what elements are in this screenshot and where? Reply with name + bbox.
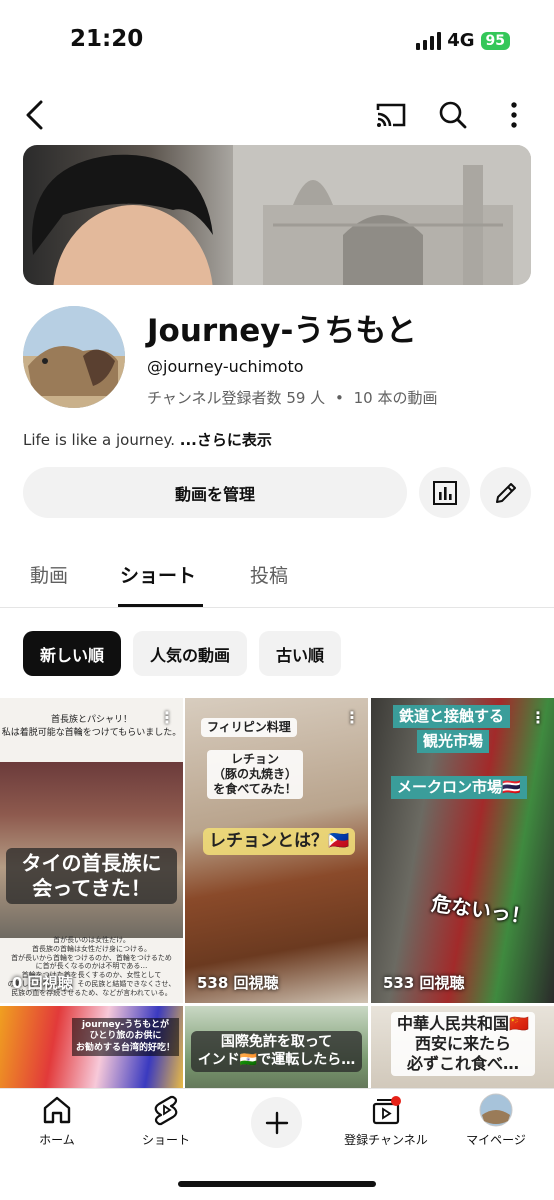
- channel-avatar[interactable]: [23, 306, 125, 408]
- short-views: 533 回視聴: [383, 974, 465, 992]
- analytics-icon: [432, 480, 457, 505]
- channel-banner: [23, 145, 531, 285]
- short-subcaption: レチョン （豚の丸焼き） を食べてみた！: [207, 750, 303, 799]
- short-more-icon[interactable]: ⋮: [530, 708, 546, 727]
- avatar-icon: [479, 1093, 513, 1127]
- active-tab-indicator: [118, 604, 203, 607]
- short-top-text: 首長族とパシャリ！ 私は着脱可能な首輪をつけてもらいました。: [1, 715, 182, 738]
- chip-popular[interactable]: 人気の動画: [133, 631, 248, 676]
- short-more-icon[interactable]: ⋮: [344, 708, 360, 727]
- nav-home[interactable]: ホーム: [2, 1093, 112, 1148]
- short-views: 0 回視聴: [12, 974, 73, 992]
- status-bar: 21:20 4G 95: [0, 0, 554, 82]
- short-thumbnail[interactable]: 国際免許を取って インド🇮🇳で運転したら…: [185, 1006, 368, 1088]
- chip-oldest[interactable]: 古い順: [259, 631, 342, 676]
- channel-name: Journey-うちもと: [147, 313, 417, 349]
- cast-icon[interactable]: [370, 92, 412, 138]
- short-thumbnail[interactable]: 鉄道と接触する 観光市場 メークロン市場🇹🇭 危ないっ！ ⋮ 533 回視聴: [371, 698, 554, 1003]
- pencil-icon: [495, 482, 516, 503]
- nav-label: ホーム: [39, 1133, 75, 1147]
- analytics-button[interactable]: [419, 467, 470, 518]
- tab-videos[interactable]: 動画: [30, 561, 68, 588]
- shorts-icon: [154, 1095, 178, 1126]
- short-caption: タイの首長族に会ってきた！: [6, 848, 177, 904]
- short-thumbnail[interactable]: フィリピン料理 レチョン （豚の丸焼き） を食べてみた！ レチョンとは？🇵🇭 ⋮…: [185, 698, 368, 1003]
- more-vert-icon[interactable]: [498, 92, 530, 138]
- short-caption-line: 鉄道と接触する: [393, 705, 511, 728]
- short-caption-line: メークロン市場🇹🇭: [391, 776, 527, 799]
- channel-description[interactable]: Life is like a journey. ...さらに表示: [23, 429, 272, 450]
- back-icon[interactable]: [14, 92, 54, 138]
- description-text: Life is like a journey.: [23, 431, 180, 449]
- chip-newest[interactable]: 新しい順: [23, 631, 122, 676]
- home-indicator: [178, 1181, 376, 1187]
- short-caption: journey-うちもとが ひとり旅のお供に お勧めする台湾的好吃！: [72, 1018, 180, 1056]
- subscriptions-icon: [372, 1096, 401, 1125]
- tab-posts[interactable]: 投稿: [250, 561, 288, 588]
- search-icon[interactable]: [432, 92, 474, 138]
- channel-handle: @journey-uchimoto: [147, 357, 304, 376]
- short-thumbnail[interactable]: 中華人民共和国🇨🇳 西安に来たら 必ずこれ食べ…: [371, 1006, 554, 1088]
- sort-chips: 新しい順 人気の動画 古い順: [23, 631, 342, 676]
- banner-building-image: [233, 145, 531, 285]
- banner-person-image: [32, 154, 213, 285]
- tab-shorts[interactable]: ショート: [120, 561, 196, 588]
- nav-label: ショート: [141, 1133, 190, 1147]
- signal-icon: [416, 31, 442, 50]
- nav-subscriptions[interactable]: 登録チャンネル: [331, 1093, 441, 1148]
- shorts-grid: 首長族とパシャリ！ 私は着脱可能な首輪をつけてもらいました。 タイの首長族に会っ…: [0, 698, 554, 1088]
- plus-icon: [265, 1111, 288, 1134]
- home-icon: [43, 1096, 71, 1124]
- channel-meta: チャンネル登録者数 59 人 • 10 本の動画: [147, 387, 437, 408]
- channel-tabs: 動画 ショート 投稿: [0, 545, 554, 608]
- short-caption-line: 観光市場: [417, 730, 490, 753]
- short-caption-line: 危ないっ！: [429, 891, 533, 929]
- network-type: 4G: [447, 30, 475, 51]
- video-count: 10 本の動画: [353, 389, 438, 407]
- short-views: 538 回視聴: [197, 974, 279, 992]
- short-caption: 中華人民共和国🇨🇳 西安に来たら 必ずこれ食べ…: [391, 1012, 535, 1076]
- create-button[interactable]: [251, 1097, 302, 1148]
- short-tag: フィリピン料理: [201, 718, 297, 737]
- top-bar: [0, 92, 554, 138]
- short-more-icon[interactable]: ⋮: [159, 708, 175, 727]
- short-thumbnail[interactable]: journey-うちもとが ひとり旅のお供に お勧めする台湾的好吃！: [0, 1006, 183, 1088]
- battery-icon: 95: [480, 31, 510, 50]
- edit-channel-button[interactable]: [480, 467, 531, 518]
- show-more-link[interactable]: ...さらに表示: [180, 431, 272, 449]
- nav-label: マイページ: [466, 1133, 526, 1147]
- short-caption: 国際免許を取って インド🇮🇳で運転したら…: [191, 1031, 362, 1072]
- nav-shorts[interactable]: ショート: [111, 1093, 221, 1148]
- short-caption: レチョンとは？🇵🇭: [203, 828, 356, 856]
- manage-videos-button[interactable]: 動画を管理: [23, 467, 407, 518]
- status-time: 21:20: [70, 26, 144, 52]
- meta-separator: •: [334, 389, 344, 407]
- nav-label: 登録チャンネル: [344, 1133, 428, 1147]
- subscriber-count: チャンネル登録者数 59 人: [147, 389, 326, 407]
- short-thumbnail[interactable]: 首長族とパシャリ！ 私は着脱可能な首輪をつけてもらいました。 タイの首長族に会っ…: [0, 698, 183, 1003]
- nav-my-page[interactable]: マイページ: [441, 1093, 551, 1148]
